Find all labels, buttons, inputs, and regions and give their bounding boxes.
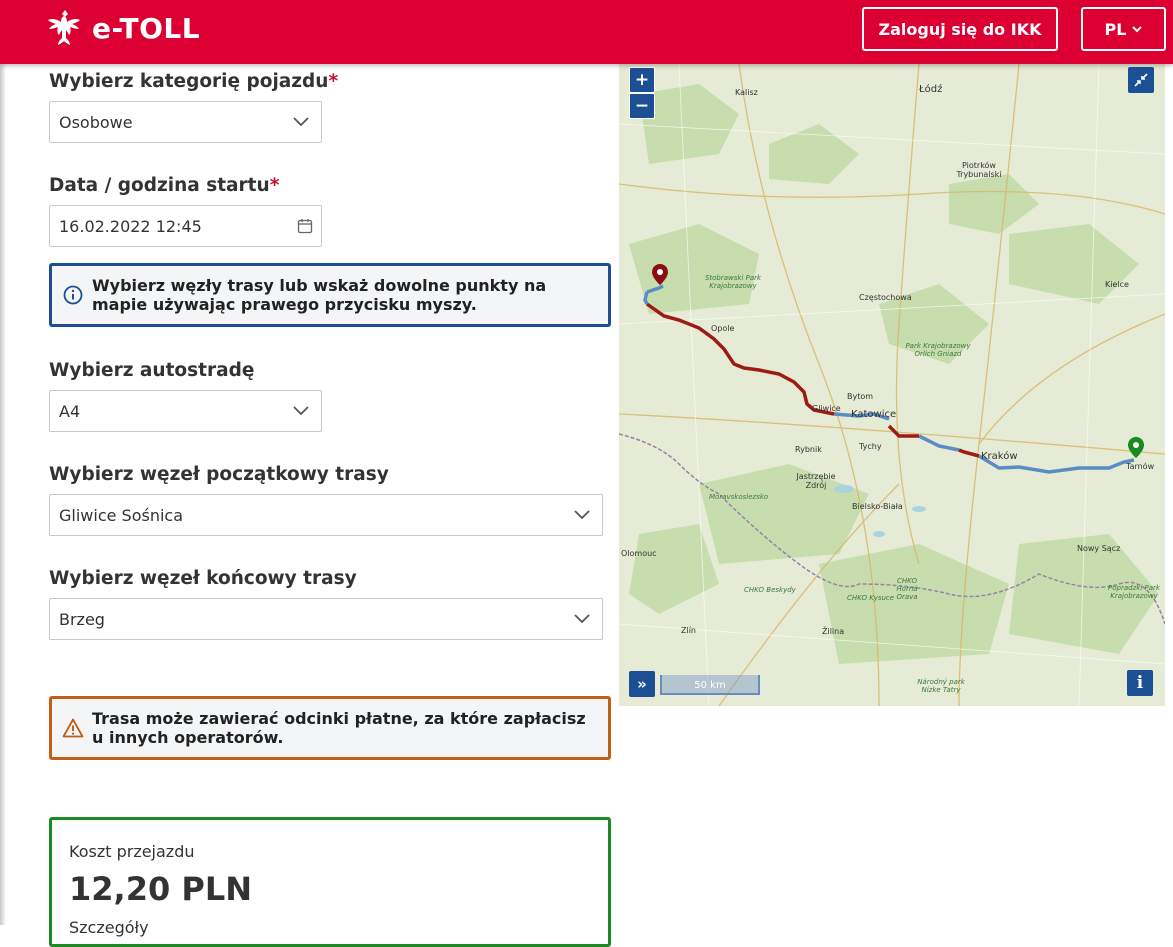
end-node-value: Brzeg [59, 609, 105, 629]
city-label: Kielce [1105, 280, 1129, 289]
toll-warning-alert: Trasa może zawierać odcinki płatne, za k… [49, 696, 611, 760]
chevron-down-icon [293, 406, 309, 416]
language-dropdown[interactable]: PL [1081, 7, 1166, 51]
calendar-icon[interactable] [297, 218, 313, 234]
city-label: Zlín [681, 626, 696, 635]
city-label: Katowice [851, 409, 897, 420]
etoll-logo[interactable]: e-TOLL [46, 8, 200, 48]
cost-summary-card: Koszt przejazdu 12,20 PLN Szczegóły [49, 817, 611, 947]
zoom-in-button[interactable]: + [629, 67, 655, 93]
park-label: Park Krajobrazowy Orlich Gniazd [905, 342, 971, 358]
city-label: Olomouc [621, 549, 657, 558]
start-datetime-input[interactable]: 16.02.2022 12:45 [49, 205, 322, 247]
start-node-value: Gliwice Sośnica [59, 505, 184, 525]
motorway-value: A4 [59, 401, 81, 421]
city-label: Łódź [919, 84, 943, 95]
chevron-down-icon [293, 117, 309, 127]
city-label: Rybnik [795, 445, 822, 454]
park-label: Národný park Nízke Tatry [917, 678, 965, 694]
end-node-select[interactable]: Brzeg [49, 598, 603, 640]
start-node-label: Wybierz węzeł początkowy trasy [49, 464, 389, 485]
park-label: Moravskoslezsko [709, 493, 769, 501]
layers-toggle-button[interactable]: » [629, 671, 655, 697]
start-datetime-value: 16.02.2022 12:45 [59, 216, 202, 236]
park-label: Popradzki Park Krajobrazowy [1108, 584, 1160, 600]
login-ikk-button[interactable]: Zaloguj się do IKK [862, 7, 1058, 51]
motorway-label: Wybierz autostradę [49, 360, 255, 381]
motorway-select[interactable]: A4 [49, 390, 322, 432]
map-scale-bar: 50 km [660, 675, 760, 695]
route-info-alert: Wybierz węzły trasy lub wskaż dowolne pu… [49, 263, 611, 327]
vehicle-category-label: Wybierz kategorię pojazdu* [49, 71, 339, 92]
city-label: Jastrzębie Zdrój [796, 472, 836, 490]
route-map[interactable]: Kalisz Łódź Piotrków Trybunalski Częstoc… [619, 64, 1165, 706]
park-label: CHKO Beskydy [744, 586, 796, 594]
fullscreen-button[interactable] [1128, 67, 1154, 93]
city-label: Tarnów [1126, 462, 1155, 471]
chevron-down-icon [1132, 25, 1143, 32]
start-node-select[interactable]: Gliwice Sośnica [49, 494, 603, 536]
collapse-arrows-icon [1134, 73, 1148, 87]
park-label: CHKO Horná Orava [896, 577, 918, 601]
city-label: Częstochowa [859, 293, 912, 302]
required-mark: * [269, 175, 280, 196]
city-label: Bytom [847, 392, 874, 401]
eagle-emblem-icon [48, 10, 80, 45]
chevron-down-icon [574, 614, 590, 624]
map-canvas[interactable] [619, 64, 1165, 706]
city-label: Gliwice [812, 404, 841, 413]
city-label: Žilina [822, 627, 845, 636]
language-label: PL [1104, 19, 1127, 39]
park-label: Stobrawski Park Krajobrazowy [704, 274, 762, 290]
warning-alert-text: Trasa może zawierać odcinki płatne, za k… [92, 709, 586, 747]
warning-triangle-icon [62, 718, 84, 738]
app-header: e-TOLL Zaloguj się do IKK PL [0, 0, 1173, 64]
required-mark: * [328, 71, 339, 92]
logo-text: e-TOLL [92, 11, 201, 45]
city-label: Kraków [981, 451, 1018, 462]
city-label: Opole [711, 324, 735, 333]
map-info-button[interactable]: i [1127, 670, 1153, 696]
zoom-out-button[interactable]: − [629, 93, 655, 119]
cost-details-link[interactable]: Szczegóły [69, 918, 149, 937]
cost-value: 12,20 PLN [69, 870, 252, 908]
city-label: Nowy Sącz [1077, 544, 1121, 553]
start-datetime-label: Data / godzina startu* [49, 175, 280, 196]
city-label: Tychy [859, 442, 882, 451]
end-node-label: Wybierz węzeł końcowy trasy [49, 568, 357, 589]
chevron-down-icon [574, 510, 590, 520]
cost-label: Koszt przejazdu [69, 842, 195, 861]
info-alert-text: Wybierz węzły trasy lub wskaż dowolne pu… [92, 276, 547, 314]
city-label: Piotrków Trybunalski [956, 161, 1002, 179]
info-circle-icon [63, 285, 83, 305]
vehicle-category-select[interactable]: Osobowe [49, 101, 322, 143]
vehicle-category-value: Osobowe [59, 112, 133, 132]
city-label: Bielsko-Biała [852, 502, 903, 511]
page-left-edge [0, 64, 6, 925]
city-label: Kalisz [735, 88, 758, 97]
